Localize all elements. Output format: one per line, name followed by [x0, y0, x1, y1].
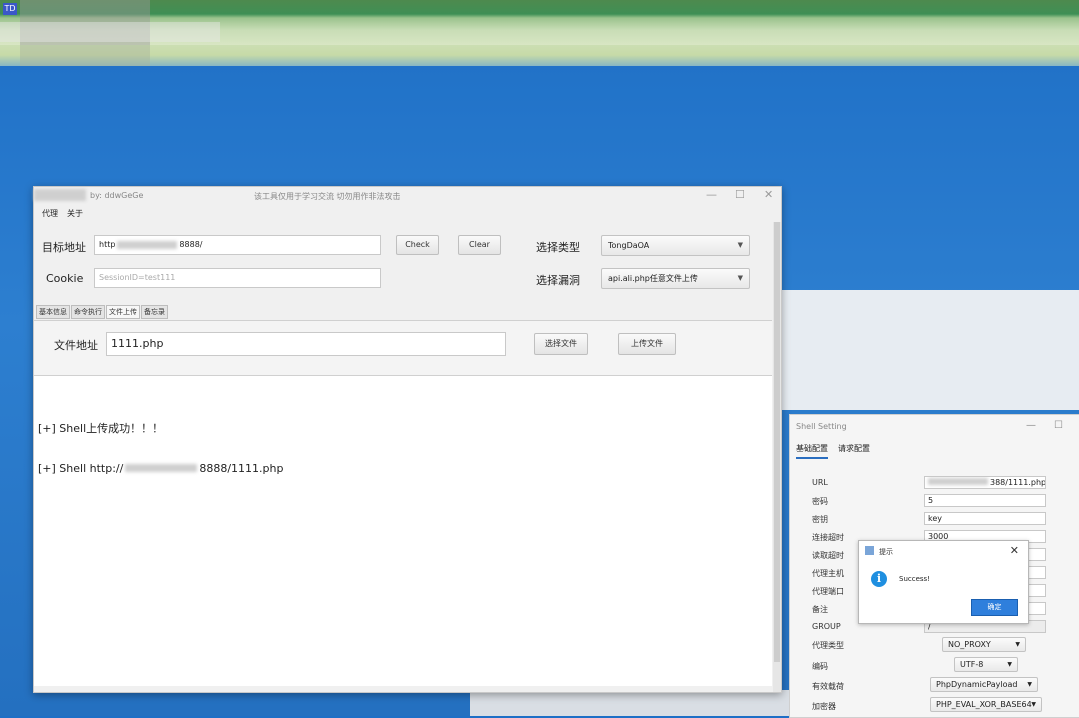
minimize-icon[interactable]: —: [1026, 420, 1036, 431]
encoding-value: UTF-8: [960, 660, 984, 669]
proxy-port-label: 代理端口: [812, 587, 844, 596]
tab-basic-config[interactable]: 基础配置: [796, 443, 828, 459]
chevron-down-icon: ▼: [1015, 641, 1020, 648]
upload-pane: 文件地址 1111.php 选择文件 上传文件: [34, 320, 772, 376]
vuln-label: 选择漏洞: [536, 274, 580, 287]
type-select[interactable]: TongDaOA ▼: [601, 235, 750, 256]
url-value: 388/1111.php: [990, 478, 1046, 487]
menu-about[interactable]: 关于: [67, 208, 83, 219]
title-author: by: ddwGeGe: [90, 191, 144, 200]
output-line-shell: [+] Shell http:// 8888/1111.php: [38, 462, 283, 475]
success-dialog: 提示 ✕ i Success! 确定: [858, 540, 1029, 624]
tab-file-upload[interactable]: 文件上传: [106, 305, 140, 319]
tab-memo[interactable]: 备忘录: [141, 305, 168, 319]
redacted-host: [125, 464, 198, 472]
payload-select[interactable]: PhpDynamicPayload ▼: [930, 677, 1038, 692]
app-icon[interactable]: TD: [3, 3, 17, 15]
proxy-type-value: NO_PROXY: [948, 640, 991, 649]
crypto-label: 加密器: [812, 702, 836, 711]
java-icon: [865, 546, 874, 555]
shell-setting-tabs: 基础配置 请求配置: [796, 443, 870, 459]
chevron-down-icon: ▼: [737, 274, 743, 282]
dialog-title: 提示: [879, 548, 893, 556]
maximize-icon[interactable]: ☐: [735, 188, 745, 201]
redacted-host: [928, 478, 988, 485]
encoding-select[interactable]: UTF-8 ▼: [954, 657, 1018, 672]
vuln-value: api.ali.php任意文件上传: [608, 274, 698, 283]
upload-button[interactable]: 上传文件: [618, 333, 676, 355]
output-line-success: [+] Shell上传成功！！！: [38, 422, 164, 435]
encoding-label: 编码: [812, 662, 828, 671]
url-input[interactable]: 388/1111.php: [924, 476, 1046, 489]
url-label: URL: [812, 478, 828, 487]
password-label: 密码: [812, 497, 828, 506]
proxy-host-label: 代理主机: [812, 569, 844, 578]
title-notice: 该工具仅用于学习交流 切勿用作非法攻击: [254, 192, 401, 201]
chevron-down-icon: ▼: [1031, 701, 1036, 708]
scrollbar[interactable]: [773, 222, 781, 692]
ok-button[interactable]: 确定: [971, 599, 1018, 616]
conn-timeout-label: 连接超时: [812, 533, 844, 542]
menu-bar: 代理 关于: [42, 208, 83, 219]
payload-label: 有效载荷: [812, 682, 844, 691]
main-window: by: ddwGeGe 该工具仅用于学习交流 切勿用作非法攻击 — ☐ ✕ 代理…: [33, 186, 782, 693]
payload-value: PhpDynamicPayload: [936, 680, 1018, 689]
info-icon: i: [871, 571, 887, 587]
tab-command-exec[interactable]: 命令执行: [71, 305, 105, 319]
type-label: 选择类型: [536, 241, 580, 254]
crypto-value: PHP_EVAL_XOR_BASE64: [936, 700, 1032, 709]
redacted-title: [34, 189, 86, 201]
close-icon[interactable]: ✕: [764, 188, 773, 201]
note-label: 备注: [812, 605, 828, 614]
background-window: [780, 290, 1079, 410]
shell-url-suffix: 8888/1111.php: [199, 462, 284, 475]
target-prefix: http: [99, 240, 116, 249]
tab-request-config[interactable]: 请求配置: [838, 443, 870, 459]
clear-button[interactable]: Clear: [458, 235, 501, 255]
password-input[interactable]: 5: [924, 494, 1046, 507]
type-value: TongDaOA: [608, 241, 650, 250]
dialog-message: Success!: [899, 575, 930, 583]
minimize-icon[interactable]: —: [706, 188, 717, 201]
close-icon[interactable]: ✕: [1010, 544, 1019, 557]
tab-bar: 基本信息 命令执行 文件上传 备忘录: [36, 305, 168, 319]
crypto-select[interactable]: PHP_EVAL_XOR_BASE64 ▼: [930, 697, 1042, 712]
maximize-icon[interactable]: ☐: [1054, 420, 1063, 431]
blurred-top-bar: [0, 0, 1079, 66]
output-area[interactable]: [+] Shell上传成功！！！ [+] Shell http:// 8888/1…: [34, 376, 772, 686]
cookie-input[interactable]: SessionID=test111: [94, 268, 381, 288]
title-bar: by: ddwGeGe 该工具仅用于学习交流 切勿用作非法攻击 — ☐ ✕: [34, 187, 781, 205]
chevron-down-icon: ▼: [1007, 661, 1012, 668]
shell-url-prefix: [+] Shell http://: [38, 462, 124, 475]
chevron-down-icon: ▼: [1027, 681, 1032, 688]
key-input[interactable]: key: [924, 512, 1046, 525]
menu-proxy[interactable]: 代理: [42, 208, 58, 219]
check-button[interactable]: Check: [396, 235, 439, 255]
file-input[interactable]: 1111.php: [106, 332, 506, 356]
redacted-host: [117, 240, 178, 249]
proxy-type-select[interactable]: NO_PROXY ▼: [942, 637, 1026, 652]
choose-file-button[interactable]: 选择文件: [534, 333, 588, 355]
cookie-label: Cookie: [46, 272, 84, 285]
read-timeout-label: 读取超时: [812, 551, 844, 560]
scrollbar-thumb[interactable]: [774, 222, 780, 662]
tab-basic-info[interactable]: 基本信息: [36, 305, 70, 319]
group-label: GROUP: [812, 622, 841, 631]
shell-setting-title: Shell Setting: [796, 422, 847, 431]
background-window-strip: [470, 690, 800, 716]
target-suffix: 8888/: [179, 240, 203, 249]
proxy-type-label: 代理类型: [812, 641, 844, 650]
chevron-down-icon: ▼: [737, 241, 743, 249]
target-label: 目标地址: [42, 241, 86, 254]
key-label: 密钥: [812, 515, 828, 524]
vuln-select[interactable]: api.ali.php任意文件上传 ▼: [601, 268, 750, 289]
target-input[interactable]: http 8888/: [94, 235, 381, 255]
file-label: 文件地址: [54, 339, 98, 352]
